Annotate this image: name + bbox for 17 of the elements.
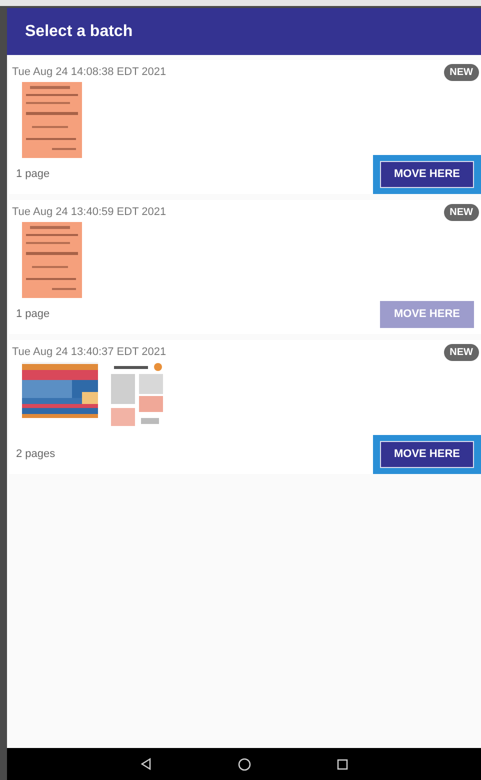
home-icon[interactable] <box>238 758 251 770</box>
batch-date: Tue Aug 24 14:08:38 EDT 2021 <box>12 65 166 80</box>
move-here-button[interactable]: MOVE HERE <box>380 161 474 188</box>
new-badge: NEW <box>444 64 479 81</box>
page-count: 1 page <box>16 307 50 322</box>
batch-date: Tue Aug 24 13:40:59 EDT 2021 <box>12 205 166 220</box>
page-count: 1 page <box>16 167 50 182</box>
batch-card[interactable]: Tue Aug 24 14:08:38 EDT 2021 NEW 1 page MOVE HERE <box>9 60 481 194</box>
new-badge: NEW <box>444 344 479 361</box>
back-icon[interactable] <box>140 758 152 770</box>
app-bar-title: Select a batch <box>25 22 133 42</box>
move-here-button[interactable]: MOVE HERE <box>380 441 474 468</box>
new-badge: NEW <box>444 204 479 221</box>
page-count: 2 pages <box>16 447 56 462</box>
recents-icon[interactable] <box>337 758 348 770</box>
batch-card[interactable]: Tue Aug 24 13:40:37 EDT 2021 NEW 2 pages MOVE HERE <box>9 340 481 474</box>
batch-date: Tue Aug 24 13:40:37 EDT 2021 <box>12 345 166 360</box>
